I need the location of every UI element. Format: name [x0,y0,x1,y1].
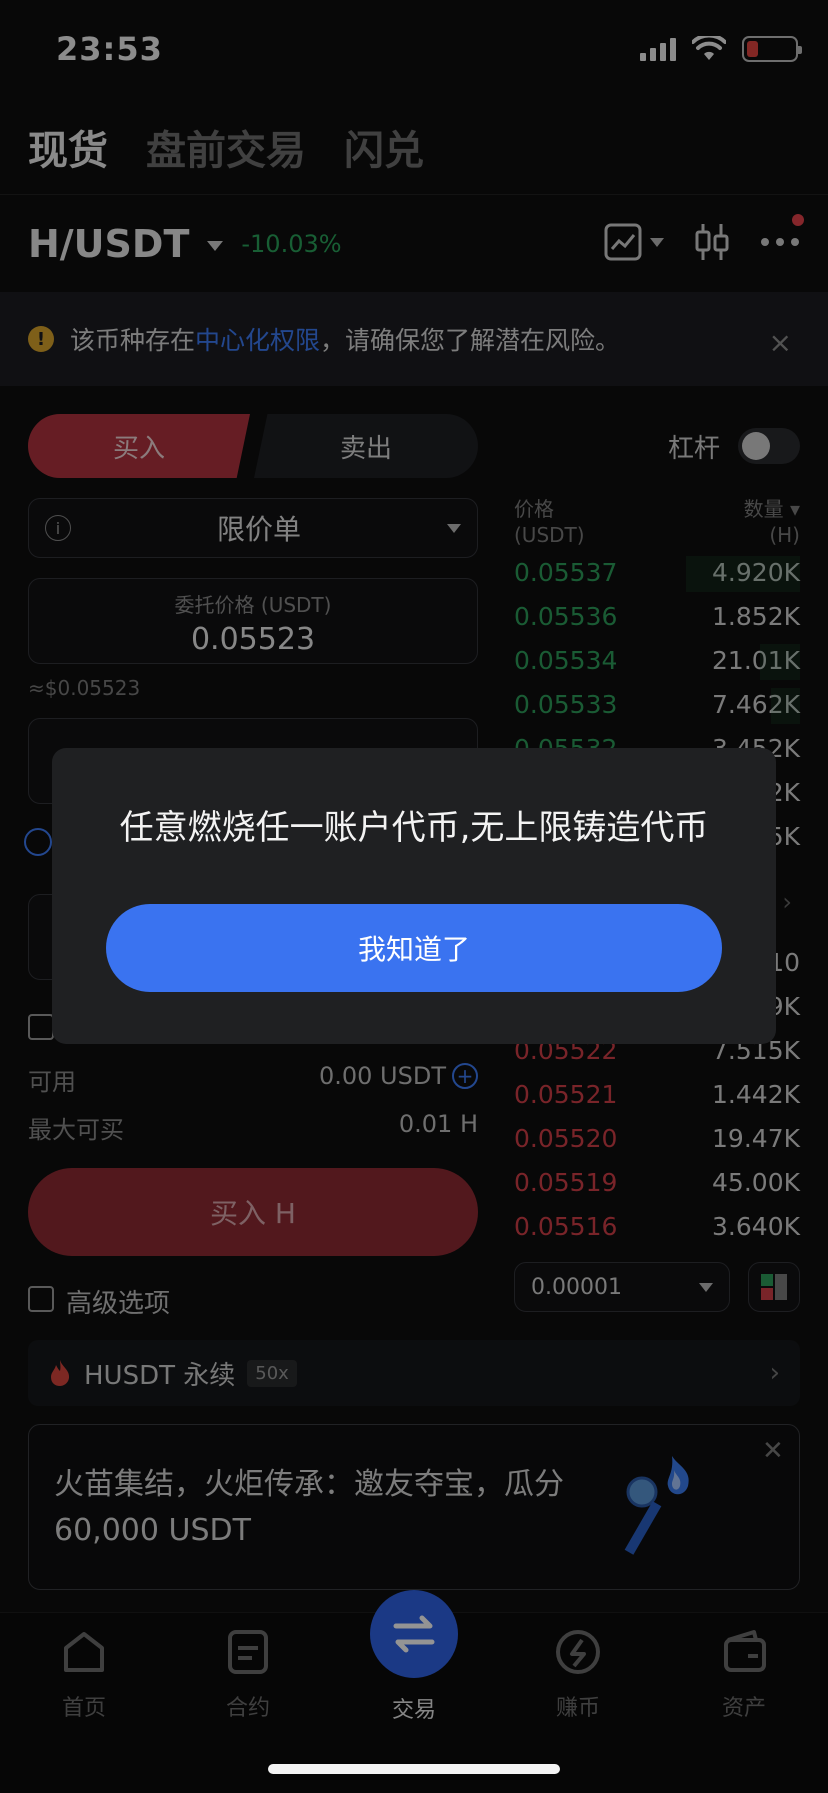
home-indicator[interactable] [268,1764,560,1774]
risk-modal [52,748,776,1044]
modal-title: 任意燃烧任一账户代币,无上限铸造代币 [119,808,709,848]
acknowledge-button[interactable]: 我知道了 [106,904,722,992]
